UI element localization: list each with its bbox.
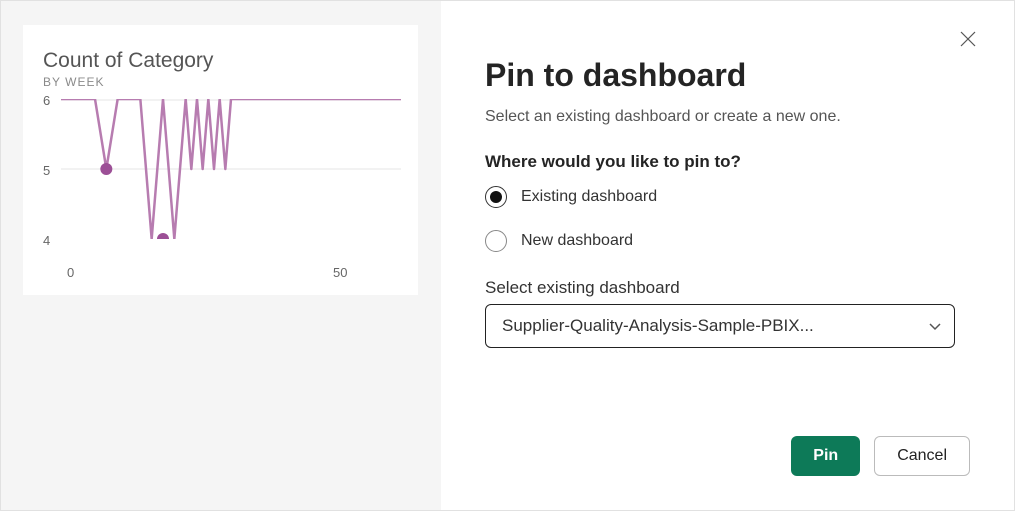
y-tick: 4 <box>43 233 50 248</box>
y-tick: 5 <box>43 163 50 178</box>
dashboard-select[interactable]: Supplier-Quality-Analysis-Sample-PBIX... <box>485 304 955 348</box>
cancel-button[interactable]: Cancel <box>874 436 970 476</box>
radio-checked-icon <box>485 186 507 208</box>
radio-label: New dashboard <box>521 232 633 250</box>
dialog-form-pane: Pin to dashboard Select an existing dash… <box>441 1 1014 510</box>
chart-subtitle: BY WEEK <box>43 75 398 89</box>
radio-existing-dashboard[interactable]: Existing dashboard <box>485 186 970 208</box>
dialog-actions: Pin Cancel <box>791 436 970 476</box>
radio-label: Existing dashboard <box>521 188 657 206</box>
close-icon <box>960 31 976 47</box>
chevron-down-icon <box>928 319 942 333</box>
dialog-subtitle: Select an existing dashboard or create a… <box>485 108 970 126</box>
line-chart-svg <box>61 99 401 239</box>
y-tick: 6 <box>43 93 50 108</box>
pin-location-question: Where would you like to pin to? <box>485 152 970 172</box>
pin-button[interactable]: Pin <box>791 436 860 476</box>
chart-preview-pane: Count of Category BY WEEK 6 5 4 0 50 <box>1 1 441 510</box>
dialog-title: Pin to dashboard <box>485 57 970 94</box>
pin-to-dashboard-dialog: Count of Category BY WEEK 6 5 4 0 50 <box>0 0 1015 511</box>
select-dashboard-label: Select existing dashboard <box>485 278 970 298</box>
close-button[interactable] <box>956 27 980 51</box>
radio-unchecked-icon <box>485 230 507 252</box>
dashboard-select-value: Supplier-Quality-Analysis-Sample-PBIX... <box>502 316 814 336</box>
chart-plot-area: 6 5 4 0 50 <box>43 99 398 259</box>
x-tick: 50 <box>333 265 347 280</box>
radio-new-dashboard[interactable]: New dashboard <box>485 230 970 252</box>
chart-title: Count of Category <box>43 49 398 73</box>
chart-tile: Count of Category BY WEEK 6 5 4 0 50 <box>23 25 418 295</box>
x-tick: 0 <box>67 265 74 280</box>
